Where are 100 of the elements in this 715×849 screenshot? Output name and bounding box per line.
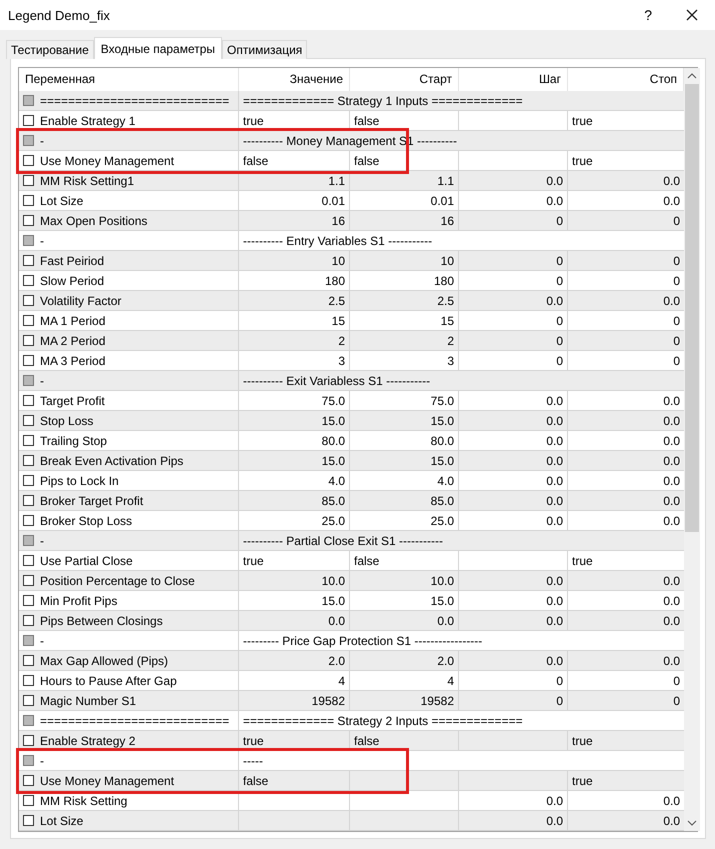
table-cell: 0.0 <box>663 494 680 508</box>
checkbox[interactable] <box>23 335 34 346</box>
checkbox[interactable] <box>23 315 34 326</box>
section-title: ---------- Entry Variables S1 ----------- <box>243 234 432 248</box>
checkbox[interactable] <box>23 575 34 586</box>
checkbox[interactable] <box>23 235 34 246</box>
table-cell: true <box>243 734 264 748</box>
variable-name: - <box>40 374 44 388</box>
checkbox[interactable] <box>23 395 34 406</box>
checkbox[interactable] <box>23 435 34 446</box>
table-cell: 1.1 <box>437 174 454 188</box>
variable-name: Max Open Positions <box>40 214 148 228</box>
table-cell: 0.0 <box>546 454 563 468</box>
tab[interactable]: Оптимизация <box>222 40 308 59</box>
checkbox[interactable] <box>23 775 34 786</box>
table-cell: 15.0 <box>430 454 454 468</box>
checkbox[interactable] <box>23 175 34 186</box>
table-cell: 3 <box>338 354 345 368</box>
table-cell: true <box>572 554 593 568</box>
table-cell: 0.0 <box>546 474 563 488</box>
close-icon[interactable] <box>686 9 698 21</box>
table-cell: 15.0 <box>322 414 345 428</box>
checkbox[interactable] <box>23 555 34 566</box>
checkbox[interactable] <box>23 415 34 426</box>
table-cell: 0.0 <box>546 794 563 808</box>
checkbox[interactable] <box>23 155 34 166</box>
table-cell: 4.0 <box>437 474 454 488</box>
table-cell: 180 <box>324 274 345 288</box>
table-cell: 0.0 <box>663 814 680 828</box>
checkbox[interactable] <box>23 375 34 386</box>
checkbox[interactable] <box>23 535 34 546</box>
section-title: ============= Strategy 2 Inputs ============= <box>243 714 523 728</box>
variable-name: Use Partial Close <box>40 554 133 568</box>
checkbox[interactable] <box>23 495 34 506</box>
table-cell: 2 <box>447 334 454 348</box>
variable-name: =========================== <box>40 714 230 728</box>
table-cell: true <box>572 734 593 748</box>
table-cell: 0.01 <box>322 194 345 208</box>
checkbox[interactable] <box>23 735 34 746</box>
table-cell: 0.0 <box>546 614 563 628</box>
variable-name: Max Gap Allowed (Pips) <box>40 654 168 668</box>
variable-name: Fast Peiriod <box>40 254 104 268</box>
checkbox[interactable] <box>23 635 34 646</box>
variable-name: Broker Target Profit <box>40 494 144 508</box>
help-button[interactable]: ? <box>640 7 656 23</box>
table-cell: 15.0 <box>322 454 345 468</box>
checkbox[interactable] <box>23 615 34 626</box>
section-title: ============= Strategy 1 Inputs ============= <box>243 94 523 108</box>
table-cell: 15.0 <box>322 594 345 608</box>
checkbox[interactable] <box>23 355 34 366</box>
checkbox[interactable] <box>23 255 34 266</box>
variable-name: Slow Period <box>40 274 104 288</box>
table-cell: 0.01 <box>430 194 454 208</box>
variable-name: MA 2 Period <box>40 334 106 348</box>
checkbox[interactable] <box>23 115 34 126</box>
table-cell: 25.0 <box>322 514 345 528</box>
table-cell: 0.0 <box>546 594 563 608</box>
variable-name: Lot Size <box>40 814 84 828</box>
checkbox[interactable] <box>23 295 34 306</box>
table-cell: 0 <box>556 694 563 708</box>
checkbox[interactable] <box>23 655 34 666</box>
checkbox[interactable] <box>23 195 34 206</box>
table-cell: 0 <box>556 254 563 268</box>
checkbox[interactable] <box>23 755 34 766</box>
scrollbar[interactable] <box>684 68 700 831</box>
table-cell: 0.0 <box>546 574 563 588</box>
checkbox[interactable] <box>23 695 34 706</box>
variable-name: Enable Strategy 2 <box>40 734 136 748</box>
checkbox[interactable] <box>23 275 34 286</box>
variable-name: Position Percentage to Close <box>40 574 195 588</box>
checkbox[interactable] <box>23 595 34 606</box>
table-cell: 0.0 <box>328 614 345 628</box>
tab[interactable]: Входные параметры <box>94 37 222 59</box>
checkbox[interactable] <box>23 135 34 146</box>
table-cell: 1.1 <box>328 174 345 188</box>
table-cell: 10 <box>440 254 454 268</box>
table-cell: 0 <box>556 334 563 348</box>
checkbox[interactable] <box>23 455 34 466</box>
table-cell: 0.0 <box>663 434 680 448</box>
checkbox[interactable] <box>23 95 34 106</box>
checkbox[interactable] <box>23 475 34 486</box>
checkbox[interactable] <box>23 795 34 806</box>
checkbox[interactable] <box>23 215 34 226</box>
checkbox[interactable] <box>23 715 34 726</box>
checkbox[interactable] <box>23 675 34 686</box>
table-cell: 16 <box>332 214 345 228</box>
variable-name: Pips to Lock In <box>40 474 119 488</box>
checkbox[interactable] <box>23 515 34 526</box>
table-cell: false <box>354 554 380 568</box>
checkbox[interactable] <box>23 815 34 826</box>
table-cell: true <box>572 774 593 788</box>
table-cell: 10.0 <box>430 574 454 588</box>
table-cell: 0.0 <box>546 394 563 408</box>
table-cell: 0 <box>673 694 680 708</box>
tab[interactable]: Тестирование <box>6 40 94 59</box>
table-cell: 0.0 <box>663 614 680 628</box>
table-cell: 4 <box>447 674 454 688</box>
table-cell: 19582 <box>420 694 454 708</box>
table-cell: 75.0 <box>322 394 345 408</box>
table-cell: 85.0 <box>322 494 345 508</box>
